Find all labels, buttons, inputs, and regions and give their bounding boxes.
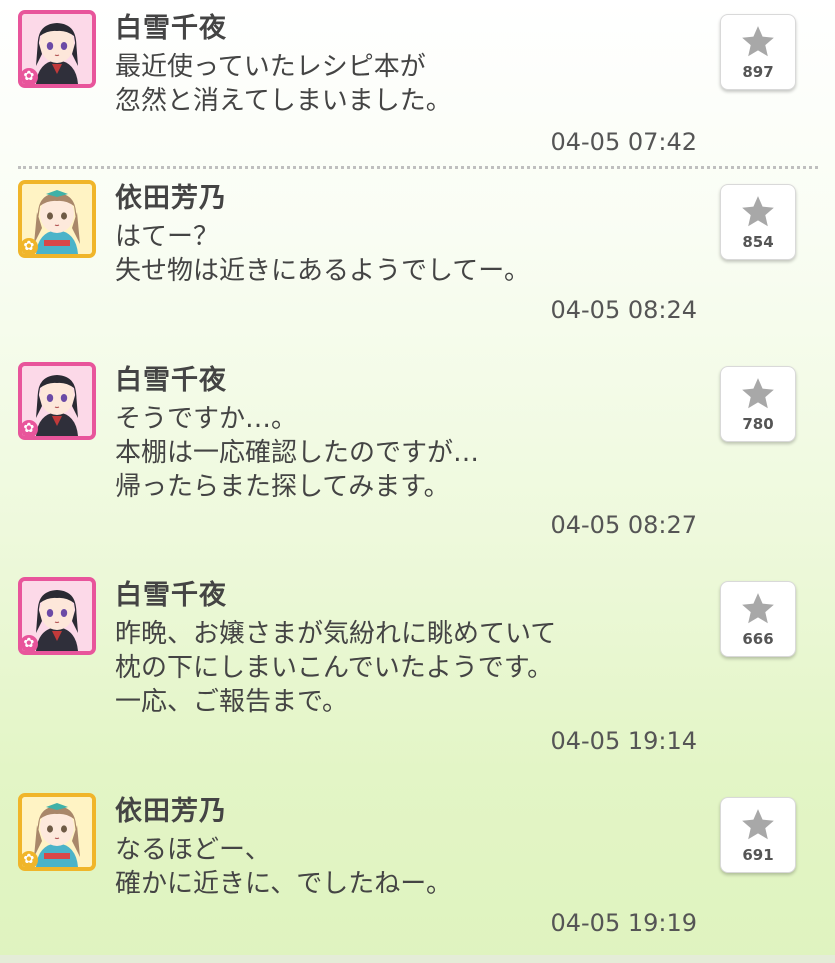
like-button[interactable]: 897 [720, 14, 796, 90]
like-count: 691 [742, 846, 774, 864]
author-name: 白雪千夜 [115, 580, 227, 611]
message-text: そうですか…。 本棚は一応確認したのですが… 帰ったらまた探してみます。 [115, 404, 480, 502]
timestamp: 04-05 07:42 [550, 128, 697, 156]
timestamp: 04-05 19:14 [550, 727, 697, 755]
timestamp: 04-05 08:24 [550, 296, 697, 324]
message-text: 昨晩、お嬢さまが気紛れに眺めていて 枕の下にしまいこんでいたようです。 一応、ご… [115, 619, 557, 717]
flower-icon: ✿ [22, 635, 38, 651]
flower-icon: ✿ [22, 851, 38, 867]
like-button[interactable]: 780 [720, 366, 796, 442]
divider [18, 166, 818, 169]
star-icon [742, 196, 774, 227]
comment-feed: ✿ 白雪千夜 最近使っていたレシピ本が 忽然と消えてしまいました。 04-05 … [0, 0, 835, 963]
bottom-divider [0, 955, 835, 963]
like-count: 897 [742, 63, 774, 81]
star-icon [742, 809, 774, 840]
star-icon [742, 26, 774, 57]
star-icon [742, 593, 774, 624]
like-count: 854 [742, 233, 774, 251]
author-name: 依田芳乃 [115, 183, 227, 214]
avatar[interactable]: ✿ [18, 577, 96, 655]
like-count: 780 [742, 415, 774, 433]
like-count: 666 [742, 630, 774, 648]
timestamp: 04-05 19:19 [550, 909, 697, 937]
avatar[interactable]: ✿ [18, 362, 96, 440]
author-name: 白雪千夜 [115, 13, 227, 44]
like-button[interactable]: 854 [720, 184, 796, 260]
flower-icon: ✿ [22, 68, 38, 84]
flower-icon: ✿ [22, 238, 38, 254]
flower-icon: ✿ [22, 420, 38, 436]
message-text: 最近使っていたレシピ本が 忽然と消えてしまいました。 [115, 52, 452, 116]
message-text: なるほどー、 確かに近きに、でしたねー。 [115, 835, 452, 899]
timestamp: 04-05 08:27 [550, 511, 697, 539]
avatar[interactable]: ✿ [18, 10, 96, 88]
author-name: 依田芳乃 [115, 796, 227, 827]
avatar[interactable]: ✿ [18, 180, 96, 258]
author-name: 白雪千夜 [115, 365, 227, 396]
message-text: はてー？ 失せ物は近きにあるようでしてー。 [115, 222, 530, 286]
like-button[interactable]: 666 [720, 581, 796, 657]
avatar[interactable]: ✿ [18, 793, 96, 871]
like-button[interactable]: 691 [720, 797, 796, 873]
star-icon [742, 378, 774, 409]
